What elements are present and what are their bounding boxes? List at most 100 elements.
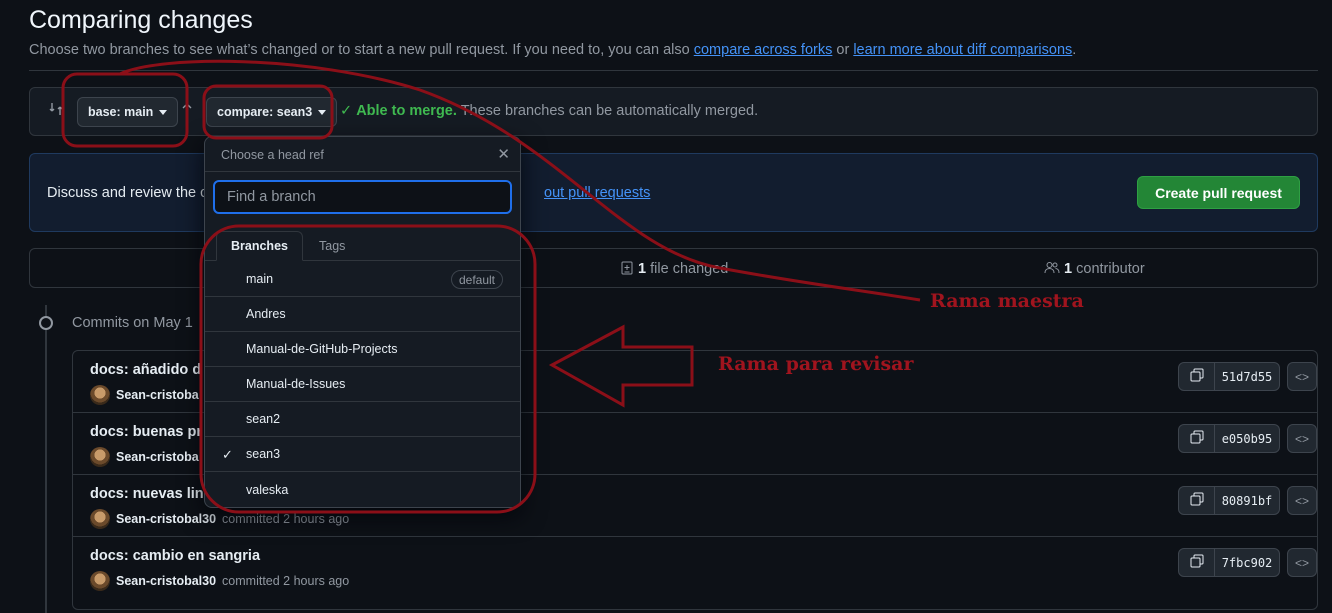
period-text: .	[1072, 42, 1077, 58]
range-editor: base: main compare: sean3 ✓ Able to merg…	[29, 87, 1318, 136]
divider	[29, 70, 1318, 71]
branch-item[interactable]: Manual-de-Issues	[205, 367, 520, 402]
learn-diff-link[interactable]: learn more about diff comparisons	[853, 42, 1072, 58]
commit-meta: Sean-cristoba	[90, 447, 205, 467]
commit-time: committed 2 hours ago	[222, 574, 350, 588]
branch-name: valeska	[246, 482, 289, 497]
code-icon: <>	[1294, 369, 1309, 384]
branch-name: sean2	[246, 412, 281, 426]
default-badge: default	[450, 270, 503, 289]
branch-item-selected[interactable]: ✓ sean3	[205, 437, 520, 472]
commit-meta: Sean-cristobal30 committed 2 hours ago	[90, 509, 349, 529]
code-icon: <>	[1294, 493, 1309, 508]
or-text: or	[836, 42, 850, 58]
commit-author[interactable]: Sean-cristobal30	[116, 512, 216, 526]
tab-branches[interactable]: Branches	[216, 231, 303, 261]
caret-down-icon	[159, 109, 168, 115]
contributors-label: contributor	[1076, 261, 1145, 277]
files-label: file changed	[650, 261, 729, 277]
commit-title[interactable]: docs: cambio en sangria	[90, 548, 260, 564]
commit-sha-button[interactable]: e050b95	[1215, 424, 1280, 453]
code-icon: <>	[1294, 431, 1309, 446]
file-diff-icon	[620, 261, 638, 277]
copy-icon	[1190, 368, 1204, 385]
compare-branch-label: compare: sean3	[217, 105, 313, 119]
contributors-count: 1	[1064, 261, 1073, 277]
copy-sha-button[interactable]	[1178, 486, 1215, 515]
copy-icon	[1190, 492, 1204, 509]
git-commit-icon	[39, 316, 53, 330]
base-branch-label: base: main	[88, 105, 154, 119]
merge-status: ✓ Able to merge. These branches can be a…	[340, 103, 758, 119]
branch-item[interactable]: Andres	[205, 297, 520, 332]
commit-meta: Sean-cristoba	[90, 385, 205, 405]
commit-title[interactable]: docs: nuevas line	[90, 486, 212, 502]
copy-sha-button[interactable]	[1178, 424, 1215, 453]
merge-detail: These branches can be automatically merg…	[460, 103, 759, 119]
commit-title[interactable]: docs: buenas pr	[90, 424, 202, 440]
pull-requests-link[interactable]: out pull requests	[544, 185, 650, 201]
compare-forks-link[interactable]: compare across forks	[694, 42, 833, 58]
compare-branch-button[interactable]: compare: sean3	[206, 97, 338, 127]
branch-name: Manual-de-Issues	[246, 377, 346, 391]
browse-repo-button[interactable]: <>	[1287, 486, 1317, 515]
commit-sha-button[interactable]: 7fbc902	[1215, 548, 1280, 577]
commit-author[interactable]: Sean-cristobal30	[116, 574, 216, 588]
copy-sha-button[interactable]	[1178, 362, 1215, 391]
copy-icon	[1190, 554, 1204, 571]
commit-author[interactable]: Sean-cristoba	[116, 450, 199, 464]
check-icon: ✓	[340, 103, 353, 119]
copy-sha-button[interactable]	[1178, 548, 1215, 577]
avatar[interactable]	[90, 447, 110, 467]
people-icon	[1044, 261, 1064, 277]
branch-name: Andres	[246, 307, 286, 321]
files-count: 1	[638, 261, 647, 277]
check-icon: ✓	[222, 447, 233, 462]
branch-search-input[interactable]	[213, 180, 512, 214]
commit-time: committed 2 hours ago	[222, 512, 350, 526]
branch-name: main	[246, 272, 274, 286]
commit-meta: Sean-cristobal30 committed 2 hours ago	[90, 571, 349, 591]
create-pull-request-button[interactable]: Create pull request	[1137, 176, 1300, 209]
page-title: Comparing changes	[29, 6, 253, 34]
discuss-text: Discuss and review the c	[47, 185, 208, 201]
git-compare-icon	[48, 101, 64, 120]
avatar[interactable]	[90, 509, 110, 529]
code-icon: <>	[1294, 555, 1309, 570]
files-changed-stat[interactable]: 1 file changed	[620, 261, 728, 277]
contributors-stat[interactable]: 1 contributor	[1044, 261, 1145, 277]
copy-icon	[1190, 430, 1204, 447]
commit-row: docs: cambio en sangria Sean-cristobal30…	[73, 537, 1317, 599]
browse-repo-button[interactable]: <>	[1287, 362, 1317, 391]
branch-item[interactable]: valeska	[205, 472, 520, 507]
tab-tags[interactable]: Tags	[305, 231, 359, 261]
avatar[interactable]	[90, 385, 110, 405]
browse-repo-button[interactable]: <>	[1287, 424, 1317, 453]
ref-tabs: Branches Tags	[205, 231, 520, 261]
arrow-left-icon	[180, 102, 194, 125]
commit-sha-button[interactable]: 80891bf	[1215, 486, 1280, 515]
master-branch-annotation: Rama maestra	[930, 290, 1084, 312]
dropdown-header: Choose a head ref ✕	[205, 137, 520, 172]
branch-dropdown: Choose a head ref ✕ Branches Tags main d…	[204, 136, 521, 508]
review-branch-annotation: Rama para revisar	[718, 353, 914, 375]
merge-ok-label: Able to merge.	[356, 103, 457, 119]
page-subtitle: Choose two branches to see what’s change…	[29, 42, 1076, 58]
base-branch-button[interactable]: base: main	[77, 97, 179, 127]
commit-author[interactable]: Sean-cristoba	[116, 388, 199, 402]
close-icon[interactable]: ✕	[497, 145, 510, 163]
subtitle-text: Choose two branches to see what’s change…	[29, 42, 690, 58]
avatar[interactable]	[90, 571, 110, 591]
branch-name: sean3	[246, 447, 281, 461]
branch-item[interactable]: Manual-de-GitHub-Projects	[205, 332, 520, 367]
branch-item[interactable]: sean2	[205, 402, 520, 437]
browse-repo-button[interactable]: <>	[1287, 548, 1317, 577]
caret-down-icon	[318, 109, 327, 115]
commit-sha-button[interactable]: 51d7d55	[1215, 362, 1280, 391]
commits-heading: Commits on May 1	[72, 315, 193, 331]
commit-title[interactable]: docs: añadido d	[90, 362, 201, 378]
branch-name: Manual-de-GitHub-Projects	[246, 342, 398, 356]
branch-item[interactable]: main default	[205, 262, 520, 297]
dropdown-title: Choose a head ref	[221, 148, 324, 162]
timeline-line	[45, 305, 47, 613]
